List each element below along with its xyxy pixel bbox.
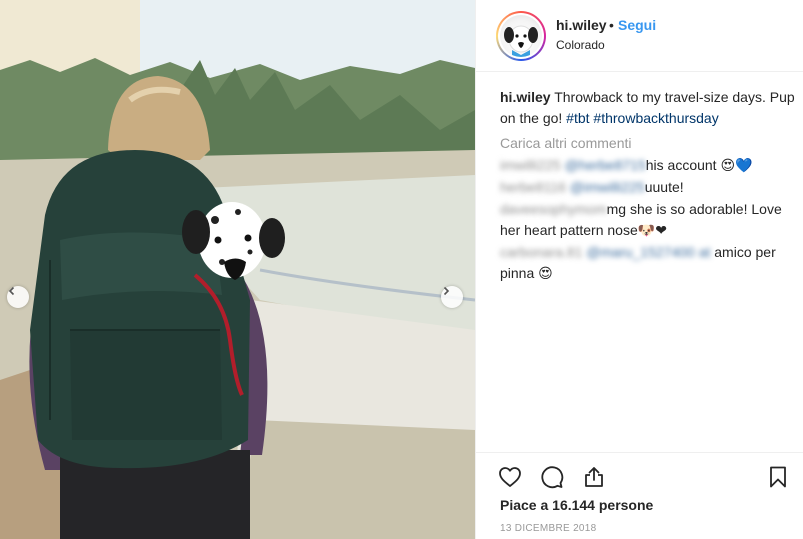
- comment-text: his account 😍💙: [645, 157, 753, 173]
- location-link[interactable]: Colorado: [556, 38, 605, 52]
- post-photo[interactable]: [0, 0, 475, 539]
- comment-username-blurred[interactable]: carbonara.81: [500, 244, 583, 260]
- carousel-prev-button[interactable]: [7, 286, 29, 308]
- heart-icon: [499, 467, 521, 487]
- comment-item: carbonara.81 @maru_1527400 at amico per …: [500, 242, 796, 284]
- comment-username-blurred[interactable]: daveesophymom: [500, 201, 607, 217]
- dalmatian-avatar-image: [504, 25, 538, 57]
- comment-bubble-icon: [541, 466, 564, 489]
- separator-dot: •: [609, 17, 614, 33]
- comment-mention-blurred[interactable]: @herbe8715: [565, 157, 646, 173]
- hashtag-throwbackthursday[interactable]: #throwbackthursday: [593, 110, 718, 126]
- caption-username[interactable]: hi.wiley: [500, 89, 551, 105]
- comment-item: herbe8116 @imwilli225uuute!: [500, 177, 796, 198]
- comment-username-blurred[interactable]: imwilli225: [500, 157, 561, 173]
- photo-illustration: [0, 0, 475, 539]
- save-button[interactable]: [764, 463, 792, 491]
- follow-button[interactable]: Segui: [618, 17, 656, 33]
- comment-item: imwilli225 @herbe8715his account 😍💙: [500, 155, 796, 176]
- post-date[interactable]: 13 DICEMBRE 2018: [500, 523, 597, 534]
- load-more-comments-button[interactable]: Carica altri commenti: [500, 133, 796, 154]
- avatar-story-ring[interactable]: [496, 11, 546, 61]
- comment-mention-blurred[interactable]: @maru_1527400 at: [586, 244, 710, 260]
- header-username[interactable]: hi.wiley: [556, 17, 607, 33]
- comment-mention-blurred[interactable]: @imwilli225: [570, 179, 645, 195]
- post-header: hi.wiley • Segui Colorado: [476, 0, 803, 72]
- action-bar: [496, 463, 608, 491]
- like-button[interactable]: [496, 463, 524, 491]
- comment-button[interactable]: [538, 463, 566, 491]
- comments-section: hi.wiley Throwback to my travel-size day…: [500, 87, 796, 284]
- share-button[interactable]: [580, 463, 608, 491]
- hashtag-tbt[interactable]: #tbt: [566, 110, 589, 126]
- share-icon: [585, 467, 603, 487]
- post-caption: hi.wiley Throwback to my travel-size day…: [500, 87, 796, 129]
- chevron-left-icon: [8, 286, 15, 296]
- likes-count[interactable]: Piace a 16.144 persone: [500, 497, 653, 513]
- carousel-next-button[interactable]: [441, 286, 463, 308]
- avatar[interactable]: [500, 15, 542, 57]
- comment-text: uuute!: [644, 179, 684, 195]
- comment-item: daveesophymommg she is so adorable! Love…: [500, 199, 796, 241]
- post-footer: Piace a 16.144 persone 13 DICEMBRE 2018: [476, 452, 803, 539]
- chevron-right-icon: [443, 286, 450, 296]
- bookmark-icon: [770, 466, 786, 488]
- post-side-panel: hi.wiley • Segui Colorado hi.wiley Throw…: [475, 0, 803, 539]
- comment-username-blurred[interactable]: herbe8116: [500, 179, 566, 195]
